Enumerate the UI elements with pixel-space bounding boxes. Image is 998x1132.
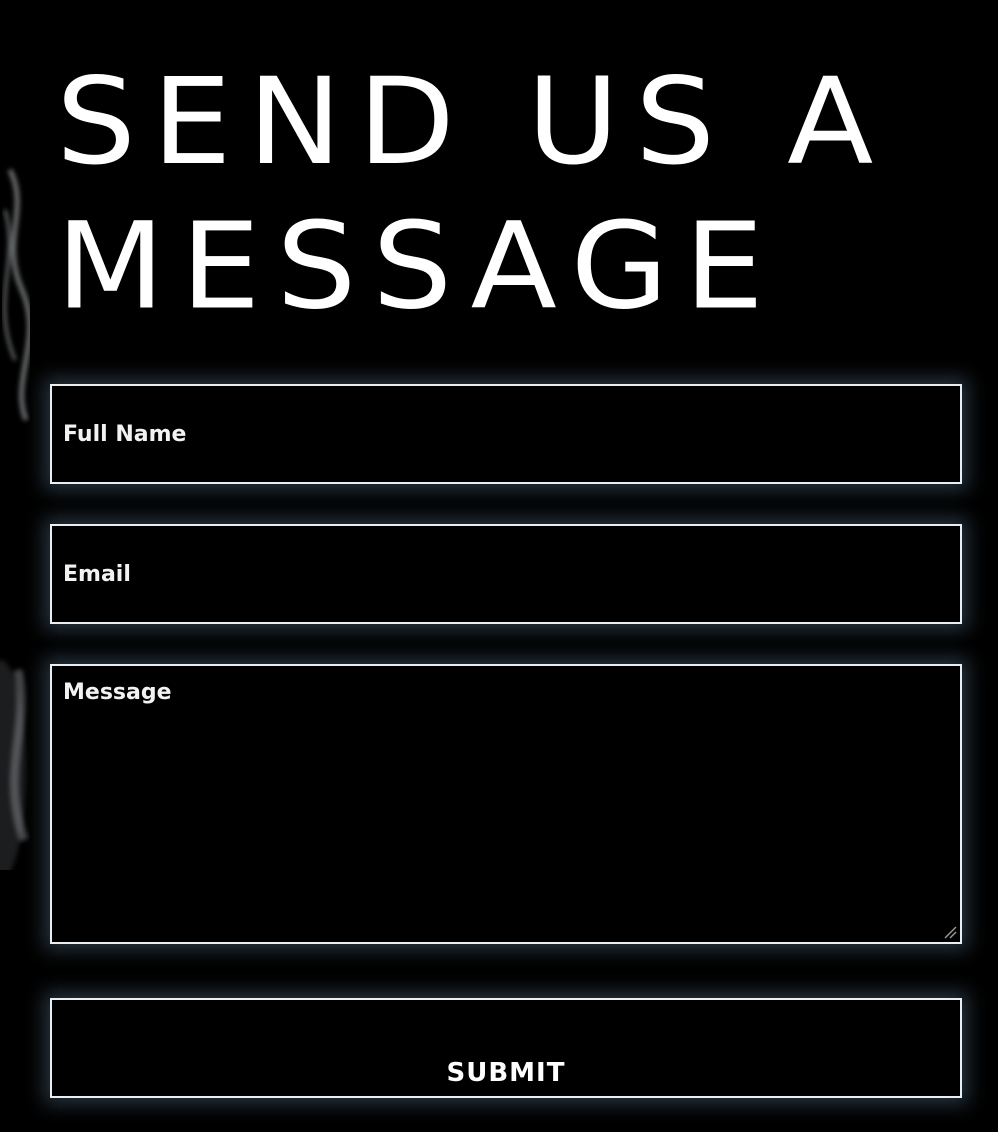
message-textarea[interactable] <box>52 666 960 942</box>
full-name-field <box>50 384 962 484</box>
page-title: SEND US A MESSAGE <box>56 51 890 336</box>
message-field <box>50 664 962 944</box>
smoke-background-image <box>0 168 30 870</box>
email-input[interactable] <box>52 526 960 622</box>
submit-button[interactable]: SUBMIT <box>50 998 962 1098</box>
full-name-input[interactable] <box>52 386 960 482</box>
email-field <box>50 524 962 624</box>
resize-grip-icon[interactable] <box>943 925 957 939</box>
